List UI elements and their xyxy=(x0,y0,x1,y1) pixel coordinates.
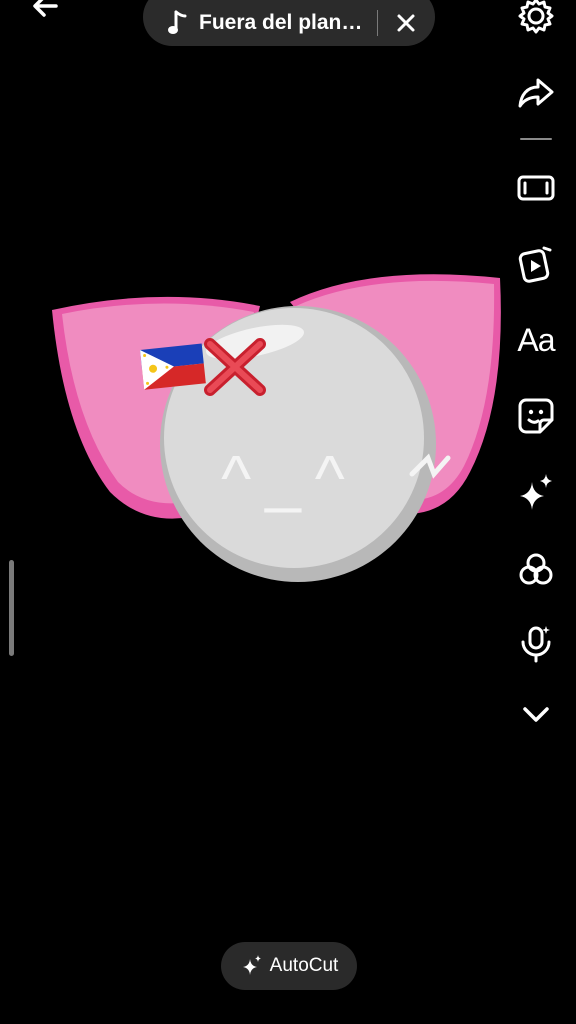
sticker-icon xyxy=(518,398,554,434)
text-button[interactable]: Aa xyxy=(510,318,562,362)
autocut-button[interactable]: AutoCut xyxy=(221,942,357,990)
chevron-down-icon xyxy=(523,707,549,722)
effects-sparkle-icon xyxy=(520,474,552,510)
sparkle-icon xyxy=(242,955,261,975)
toolbar-separator xyxy=(520,138,552,140)
templates-icon xyxy=(518,246,552,283)
arrow-left-icon xyxy=(33,0,58,17)
autocut-label: AutoCut xyxy=(269,955,339,976)
video-canvas: ^_^ xyxy=(52,274,501,582)
sound-selector[interactable]: Fuera del plan… xyxy=(143,0,435,46)
templates-button[interactable] xyxy=(514,242,558,286)
gear-icon xyxy=(518,0,554,34)
filters-icon xyxy=(519,553,553,585)
filters-button[interactable] xyxy=(514,548,558,592)
timeline-scroll-indicator[interactable] xyxy=(9,560,14,656)
sound-title: Fuera del plan… xyxy=(199,11,363,34)
share-button[interactable] xyxy=(514,70,558,114)
voice-effects-icon xyxy=(521,626,551,663)
aspect-ratio-button[interactable] xyxy=(514,166,558,210)
more-tools-button[interactable] xyxy=(514,692,558,736)
text-icon: Aa xyxy=(517,321,555,358)
music-note-icon xyxy=(168,10,187,34)
philippines-flag-icon xyxy=(140,343,206,390)
share-arrow-icon xyxy=(518,78,554,108)
effects-button[interactable] xyxy=(514,470,558,514)
sound-divider xyxy=(377,10,378,36)
face-text: ^_^ xyxy=(221,442,359,514)
back-button[interactable] xyxy=(26,0,66,32)
settings-button[interactable] xyxy=(514,0,558,38)
aspect-ratio-icon xyxy=(517,175,555,201)
close-icon[interactable] xyxy=(394,11,418,35)
voice-effects-button[interactable] xyxy=(514,622,558,666)
sticker-button[interactable] xyxy=(514,394,558,438)
